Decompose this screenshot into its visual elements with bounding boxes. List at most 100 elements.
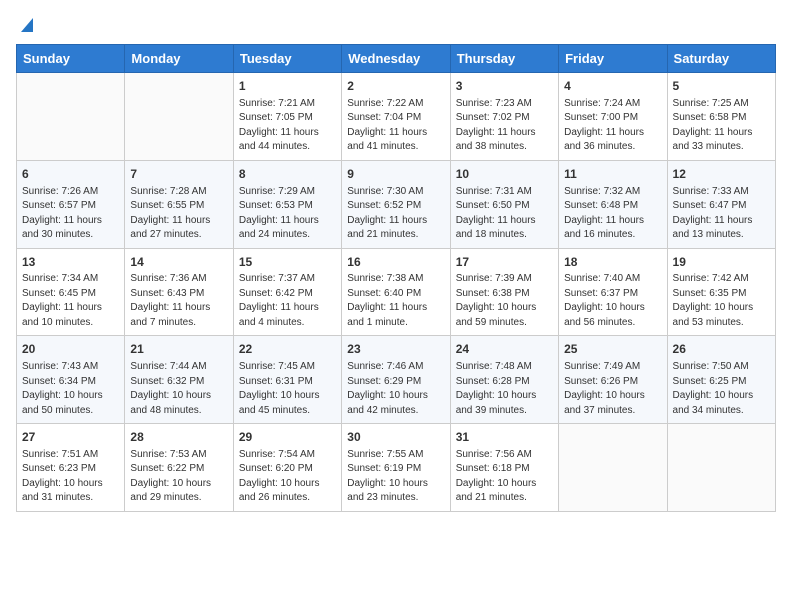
day-info: Sunrise: 7:23 AM Sunset: 7:02 PM Dayligh… [456,97,553,155]
day-number: 2 [347,78,444,95]
calendar-cell: 28Sunrise: 7:53 AM Sunset: 6:22 PM Dayli… [125,424,233,512]
calendar-cell: 14Sunrise: 7:36 AM Sunset: 6:43 PM Dayli… [125,248,233,336]
day-number: 24 [456,341,553,358]
day-info: Sunrise: 7:29 AM Sunset: 6:53 PM Dayligh… [239,185,336,243]
page-header [16,16,776,34]
day-info: Sunrise: 7:34 AM Sunset: 6:45 PM Dayligh… [22,272,119,330]
calendar-cell [667,424,775,512]
calendar-cell: 7 Sunrise: 7:28 AM Sunset: 6:55 PM Daylig… [125,160,233,248]
calendar-cell: 22Sunrise: 7:45 AM Sunset: 6:31 PM Dayli… [233,336,341,424]
day-info: Sunrise: 7:42 AM Sunset: 6:35 PM Dayligh… [673,272,770,330]
calendar-cell: 1 Sunrise: 7:21 AM Sunset: 7:05 PM Daylig… [233,73,341,161]
day-info: Sunrise: 7:28 AM Sunset: 6:55 PM Dayligh… [130,185,227,243]
calendar-table: SundayMondayTuesdayWednesdayThursdayFrid… [16,44,776,512]
day-number: 5 [673,78,770,95]
day-info: Sunrise: 7:46 AM Sunset: 6:29 PM Dayligh… [347,360,444,418]
day-info: Sunrise: 7:32 AM Sunset: 6:48 PM Dayligh… [564,185,661,243]
day-number: 7 [130,166,227,183]
day-info: Sunrise: 7:36 AM Sunset: 6:43 PM Dayligh… [130,272,227,330]
calendar-cell [17,73,125,161]
calendar-cell: 5 Sunrise: 7:25 AM Sunset: 6:58 PM Daylig… [667,73,775,161]
day-info: Sunrise: 7:38 AM Sunset: 6:40 PM Dayligh… [347,272,444,330]
day-number: 14 [130,254,227,271]
calendar-cell [559,424,667,512]
day-number: 8 [239,166,336,183]
day-number: 21 [130,341,227,358]
calendar-cell: 6Sunrise: 7:26 AM Sunset: 6:57 PM Daylig… [17,160,125,248]
calendar-cell: 31 Sunrise: 7:56 AM Sunset: 6:18 PM Dayli… [450,424,558,512]
day-number: 31 [456,429,553,446]
calendar-cell: 30 Sunrise: 7:55 AM Sunset: 6:19 PM Dayli… [342,424,450,512]
calendar-week-row: 20 Sunrise: 7:43 AM Sunset: 6:34 PM Dayli… [17,336,776,424]
day-info: Sunrise: 7:56 AM Sunset: 6:18 PM Dayligh… [456,448,553,506]
day-number: 27 [22,429,119,446]
day-info: Sunrise: 7:50 AM Sunset: 6:25 PM Dayligh… [673,360,770,418]
day-number: 20 [22,341,119,358]
day-info: Sunrise: 7:44 AM Sunset: 6:32 PM Dayligh… [130,360,227,418]
day-number: 17 [456,254,553,271]
calendar-cell: 9Sunrise: 7:30 AM Sunset: 6:52 PM Daylig… [342,160,450,248]
day-info: Sunrise: 7:22 AM Sunset: 7:04 PM Dayligh… [347,97,444,155]
calendar-week-row: 1 Sunrise: 7:21 AM Sunset: 7:05 PM Daylig… [17,73,776,161]
calendar-cell: 29 Sunrise: 7:54 AM Sunset: 6:20 PM Dayli… [233,424,341,512]
calendar-cell: 8 Sunrise: 7:29 AM Sunset: 6:53 PM Daylig… [233,160,341,248]
day-info: Sunrise: 7:24 AM Sunset: 7:00 PM Dayligh… [564,97,661,155]
day-number: 26 [673,341,770,358]
day-number: 16 [347,254,444,271]
day-info: Sunrise: 7:30 AM Sunset: 6:52 PM Dayligh… [347,185,444,243]
calendar-header-monday: Monday [125,45,233,73]
day-number: 25 [564,341,661,358]
day-number: 6 [22,166,119,183]
day-number: 29 [239,429,336,446]
calendar-cell: 19Sunrise: 7:42 AM Sunset: 6:35 PM Dayli… [667,248,775,336]
day-number: 15 [239,254,336,271]
day-info: Sunrise: 7:39 AM Sunset: 6:38 PM Dayligh… [456,272,553,330]
day-info: Sunrise: 7:54 AM Sunset: 6:20 PM Dayligh… [239,448,336,506]
calendar-cell: 26 Sunrise: 7:50 AM Sunset: 6:25 PM Dayli… [667,336,775,424]
day-number: 30 [347,429,444,446]
day-info: Sunrise: 7:40 AM Sunset: 6:37 PM Dayligh… [564,272,661,330]
day-info: Sunrise: 7:55 AM Sunset: 6:19 PM Dayligh… [347,448,444,506]
day-number: 23 [347,341,444,358]
day-info: Sunrise: 7:37 AM Sunset: 6:42 PM Dayligh… [239,272,336,330]
calendar-cell [125,73,233,161]
calendar-cell: 18Sunrise: 7:40 AM Sunset: 6:37 PM Dayli… [559,248,667,336]
day-info: Sunrise: 7:25 AM Sunset: 6:58 PM Dayligh… [673,97,770,155]
logo [16,16,37,34]
calendar-cell: 17Sunrise: 7:39 AM Sunset: 6:38 PM Dayli… [450,248,558,336]
day-info: Sunrise: 7:51 AM Sunset: 6:23 PM Dayligh… [22,448,119,506]
calendar-week-row: 6Sunrise: 7:26 AM Sunset: 6:57 PM Daylig… [17,160,776,248]
day-number: 10 [456,166,553,183]
calendar-cell: 24 Sunrise: 7:48 AM Sunset: 6:28 PM Dayli… [450,336,558,424]
calendar-header-tuesday: Tuesday [233,45,341,73]
day-number: 19 [673,254,770,271]
day-info: Sunrise: 7:43 AM Sunset: 6:34 PM Dayligh… [22,360,119,418]
calendar-cell: 13Sunrise: 7:34 AM Sunset: 6:45 PM Dayli… [17,248,125,336]
calendar-cell: 27 Sunrise: 7:51 AM Sunset: 6:23 PM Dayli… [17,424,125,512]
calendar-body: 1 Sunrise: 7:21 AM Sunset: 7:05 PM Daylig… [17,73,776,512]
calendar-header-thursday: Thursday [450,45,558,73]
day-info: Sunrise: 7:48 AM Sunset: 6:28 PM Dayligh… [456,360,553,418]
day-info: Sunrise: 7:31 AM Sunset: 6:50 PM Dayligh… [456,185,553,243]
day-number: 11 [564,166,661,183]
calendar-header-wednesday: Wednesday [342,45,450,73]
day-number: 13 [22,254,119,271]
calendar-cell: 10 Sunrise: 7:31 AM Sunset: 6:50 PM Dayli… [450,160,558,248]
calendar-cell: 21 Sunrise: 7:44 AM Sunset: 6:32 PM Dayli… [125,336,233,424]
calendar-cell: 25 Sunrise: 7:49 AM Sunset: 6:26 PM Dayli… [559,336,667,424]
day-info: Sunrise: 7:53 AM Sunset: 6:22 PM Dayligh… [130,448,227,506]
calendar-cell: 11 Sunrise: 7:32 AM Sunset: 6:48 PM Dayli… [559,160,667,248]
calendar-header-row: SundayMondayTuesdayWednesdayThursdayFrid… [17,45,776,73]
day-info: Sunrise: 7:45 AM Sunset: 6:31 PM Dayligh… [239,360,336,418]
logo-icon [17,14,37,34]
day-number: 1 [239,78,336,95]
calendar-cell: 20 Sunrise: 7:43 AM Sunset: 6:34 PM Dayli… [17,336,125,424]
day-number: 4 [564,78,661,95]
calendar-cell: 4 Sunrise: 7:24 AM Sunset: 7:00 PM Daylig… [559,73,667,161]
day-info: Sunrise: 7:33 AM Sunset: 6:47 PM Dayligh… [673,185,770,243]
calendar-cell: 16Sunrise: 7:38 AM Sunset: 6:40 PM Dayli… [342,248,450,336]
calendar-header-saturday: Saturday [667,45,775,73]
day-info: Sunrise: 7:21 AM Sunset: 7:05 PM Dayligh… [239,97,336,155]
day-info: Sunrise: 7:49 AM Sunset: 6:26 PM Dayligh… [564,360,661,418]
calendar-week-row: 13Sunrise: 7:34 AM Sunset: 6:45 PM Dayli… [17,248,776,336]
